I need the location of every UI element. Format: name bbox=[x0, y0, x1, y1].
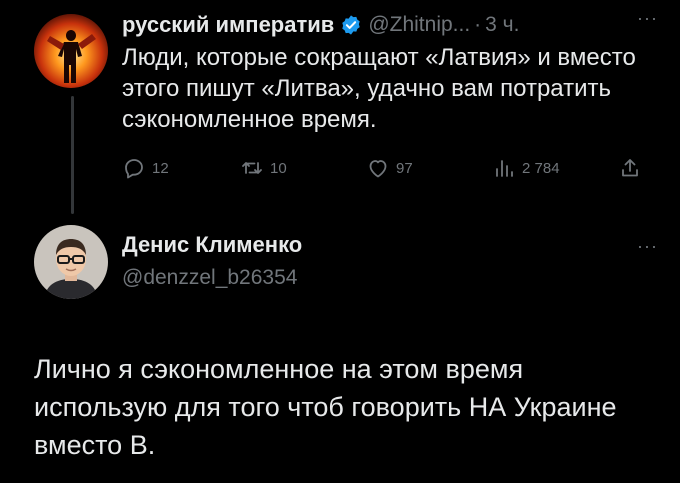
more-options-icon[interactable]: ··· bbox=[637, 8, 658, 29]
verified-badge-icon bbox=[340, 14, 362, 36]
reply-author-handle[interactable]: @denzzel_b26354 bbox=[122, 266, 302, 290]
avatar[interactable] bbox=[34, 14, 108, 88]
reply-icon bbox=[125, 159, 143, 179]
share-icon bbox=[622, 159, 638, 177]
reply-button[interactable]: 12 bbox=[122, 156, 169, 180]
share-button[interactable] bbox=[618, 156, 648, 180]
like-button[interactable]: 97 bbox=[366, 156, 413, 180]
reply-text: Лично я сэкономленное на этом время испо… bbox=[34, 354, 617, 460]
avatar-image bbox=[34, 225, 108, 299]
post-author-handle[interactable]: @Zhitnip... bbox=[368, 13, 470, 37]
views-count: 2 784 bbox=[522, 159, 560, 177]
like-icon bbox=[369, 160, 387, 178]
reply-count: 12 bbox=[152, 159, 169, 177]
views-icon bbox=[496, 160, 513, 177]
reply-author-name[interactable]: Денис Клименко bbox=[122, 232, 302, 258]
avatar[interactable] bbox=[34, 225, 108, 299]
retweet-button[interactable]: 10 bbox=[240, 156, 287, 180]
separator-dot: · bbox=[474, 13, 482, 36]
post-timestamp[interactable]: 3 ч. bbox=[485, 13, 519, 37]
like-count: 97 bbox=[396, 159, 413, 177]
post-author-name[interactable]: русский императив bbox=[122, 12, 334, 38]
avatar-image bbox=[34, 14, 108, 88]
post-header: русский императив @Zhitnip... · 3 ч. bbox=[122, 10, 654, 40]
retweet-count: 10 bbox=[270, 159, 287, 177]
post-action-bar: 12 10 97 2 784 bbox=[122, 156, 652, 184]
thread-line bbox=[71, 96, 74, 214]
retweet-icon bbox=[242, 162, 262, 174]
post-text: Люди, которые сокращают «Латвия» и вмест… bbox=[122, 44, 636, 133]
reply-header: Денис Клименко @denzzel_b26354 bbox=[122, 232, 302, 290]
views-button[interactable]: 2 784 bbox=[492, 156, 560, 180]
more-options-icon[interactable]: ··· bbox=[637, 236, 658, 257]
